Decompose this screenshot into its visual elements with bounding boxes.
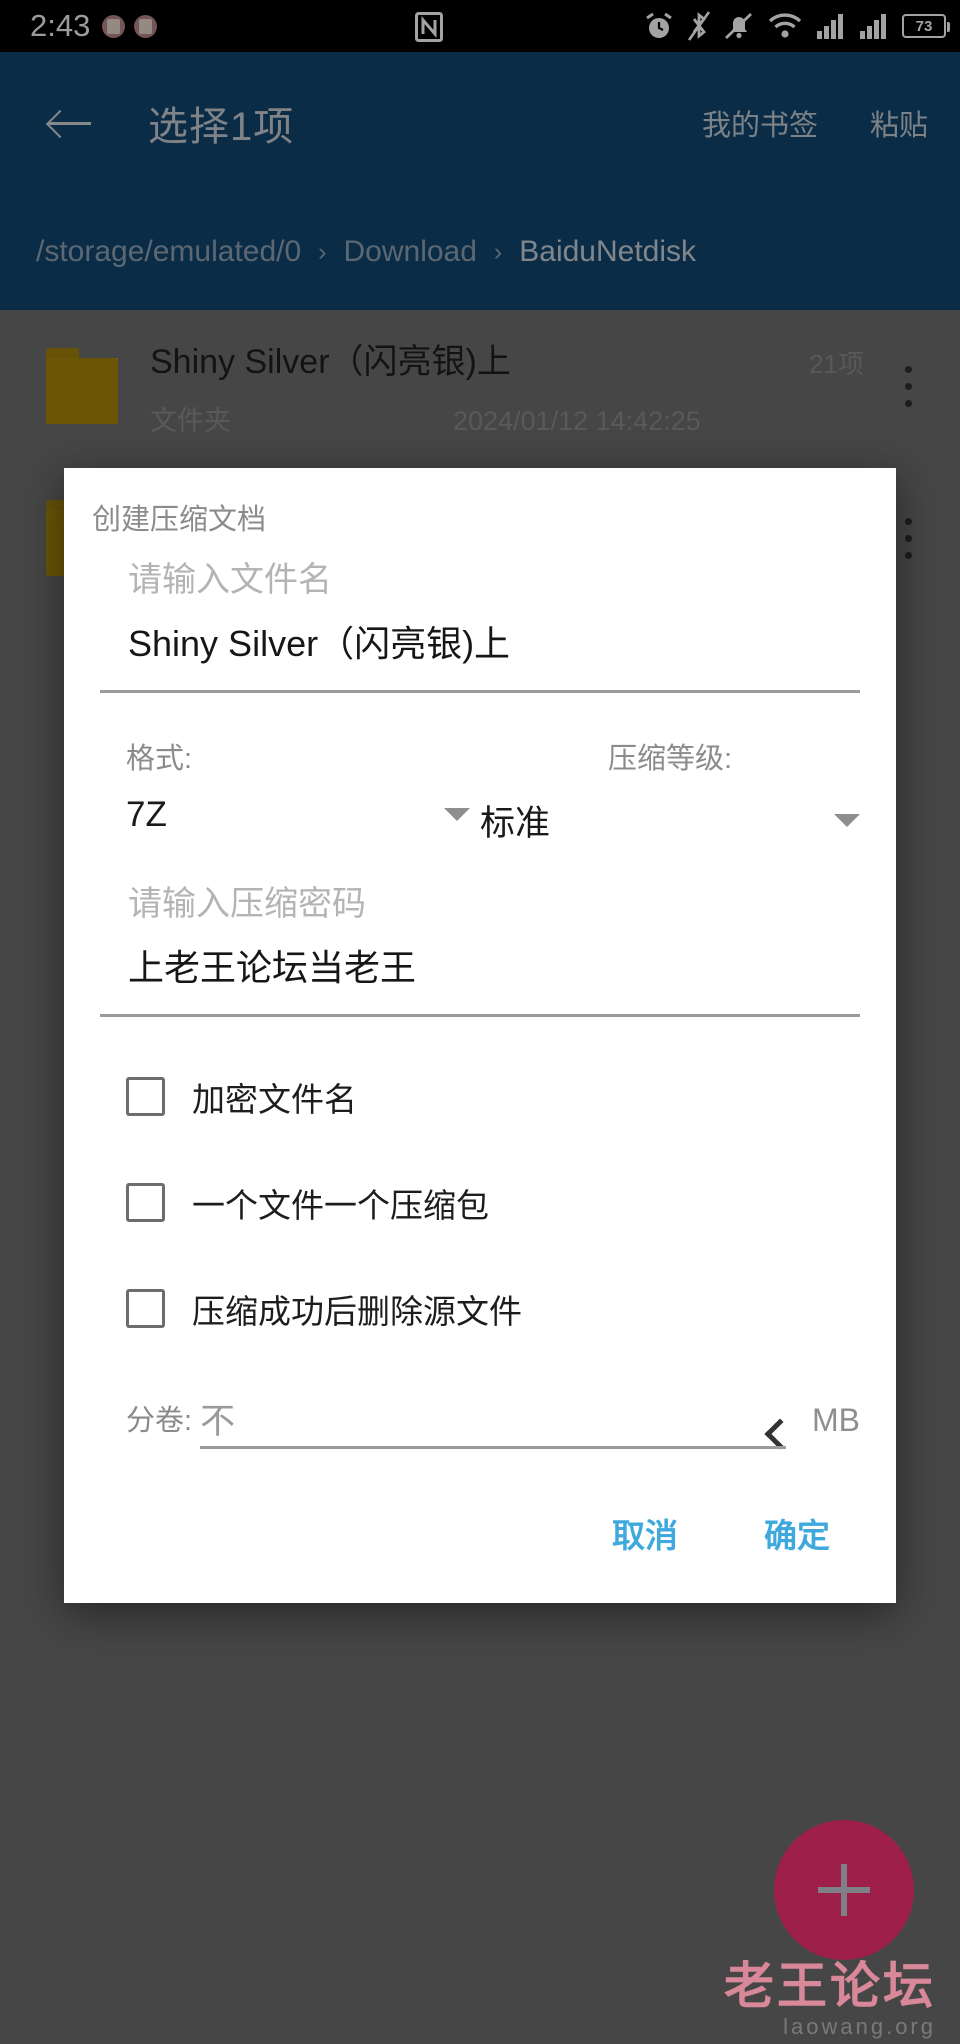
split-volume-underline <box>200 1446 786 1449</box>
level-label: 压缩等级: <box>607 742 733 775</box>
password-placeholder: 请输入压缩密码 <box>128 884 366 923</box>
create-archive-dialog: 创建压缩文档 请输入文件名 Shiny Silver（闪亮银)上 格式: 7Z <box>64 468 896 1603</box>
checkbox-label: 压缩成功后删除源文件 <box>192 1292 522 1330</box>
checkbox-icon[interactable] <box>126 1077 165 1117</box>
options-group: 加密文件名 一个文件一个压缩包 压缩成功后删除源文件 <box>100 1067 860 1339</box>
password-field[interactable]: 请输入压缩密码 上老王论坛当老王 <box>100 882 860 1017</box>
checkbox-delete-source-after[interactable]: 压缩成功后删除源文件 <box>126 1279 860 1339</box>
format-value: 7Z <box>126 794 167 834</box>
dialog-body: 请输入文件名 Shiny Silver（闪亮银)上 格式: 7Z 压缩等级: 标… <box>64 558 896 1453</box>
split-volume-field[interactable]: 不 <box>200 1404 786 1449</box>
format-level-row: 格式: 7Z 压缩等级: 标准 <box>100 735 860 846</box>
split-volume-label: 分卷: <box>126 1404 193 1437</box>
password-underline <box>100 1014 860 1017</box>
split-volume-input[interactable]: 不 <box>200 1404 235 1449</box>
confirm-button[interactable]: 确定 <box>764 1509 830 1557</box>
format-label: 格式: <box>126 742 193 775</box>
format-select[interactable]: 7Z <box>100 795 480 835</box>
checkbox-one-archive-per-file[interactable]: 一个文件一个压缩包 <box>126 1173 860 1233</box>
filename-placeholder: 请输入文件名 <box>128 561 332 599</box>
filename-underline <box>100 690 860 693</box>
password-input[interactable]: 上老王论坛当老王 <box>100 944 860 993</box>
cancel-button[interactable]: 取消 <box>612 1509 678 1557</box>
dialog-actions: 取消 确定 <box>64 1453 896 1603</box>
format-column: 格式: 7Z <box>100 735 480 846</box>
level-value: 标准 <box>480 803 551 843</box>
plus-icon <box>818 1864 870 1916</box>
add-button[interactable] <box>774 1820 914 1960</box>
phone-screen: 2:43 73 选择1项 我的书签 粘贴 /storage/emulated/0… <box>0 0 960 2044</box>
checkbox-label: 一个文件一个压缩包 <box>192 1186 489 1224</box>
chevron-down-icon <box>444 808 470 822</box>
split-volume-row: 分卷: 不 MB <box>100 1397 860 1453</box>
filename-field[interactable]: 请输入文件名 Shiny Silver（闪亮银)上 <box>100 558 860 693</box>
chevron-left-icon[interactable] <box>764 1417 786 1449</box>
chevron-down-icon <box>834 813 860 827</box>
dialog-title: 创建压缩文档 <box>92 504 267 536</box>
checkbox-icon[interactable] <box>126 1289 165 1329</box>
checkbox-encrypt-filenames[interactable]: 加密文件名 <box>126 1067 860 1127</box>
checkbox-icon[interactable] <box>126 1183 165 1223</box>
split-volume-unit: MB <box>812 1401 860 1438</box>
level-column: 压缩等级: 标准 <box>480 735 860 846</box>
level-select[interactable]: 标准 <box>480 795 860 846</box>
checkbox-label: 加密文件名 <box>192 1080 357 1118</box>
filename-input[interactable]: Shiny Silver（闪亮银)上 <box>100 620 860 669</box>
